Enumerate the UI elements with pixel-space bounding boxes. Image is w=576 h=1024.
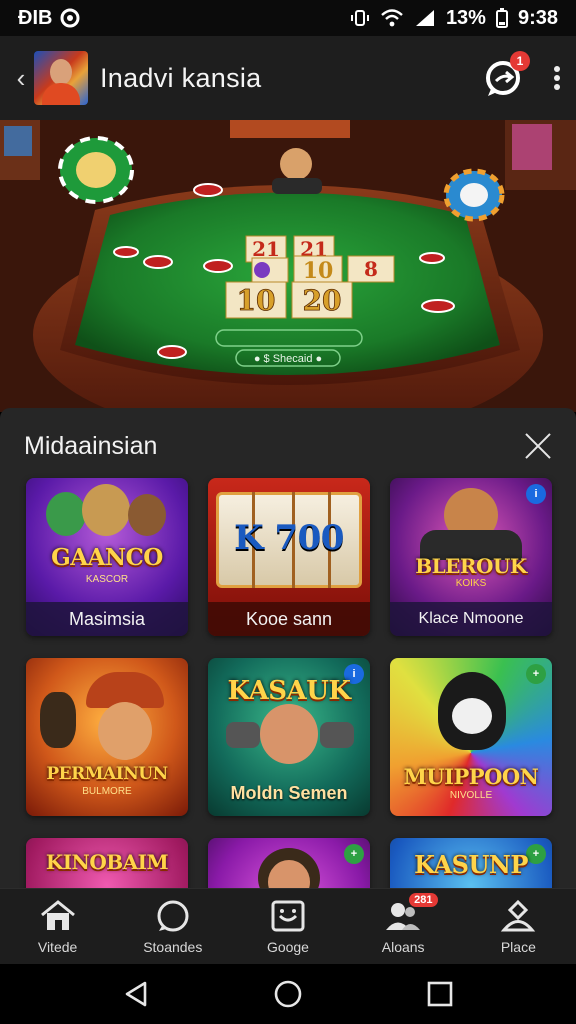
nav-item-home[interactable]: Vitede bbox=[8, 899, 108, 955]
game-caption: Masimsia bbox=[26, 602, 188, 636]
nav-label: Aloans bbox=[381, 938, 425, 955]
battery-percent: 13% bbox=[445, 6, 486, 29]
game-logo-subtext: KOIKS bbox=[455, 578, 487, 589]
nav-label: Place bbox=[500, 938, 536, 955]
chat-button[interactable]: 1 bbox=[482, 51, 530, 99]
back-triangle-icon[interactable] bbox=[121, 979, 151, 1009]
game-tile[interactable]: K 700 Kooe sann bbox=[208, 478, 370, 636]
game-logo-text: KASUNP bbox=[414, 850, 528, 879]
info-badge: i bbox=[526, 484, 546, 504]
game-logo-text: KASAUK bbox=[227, 676, 351, 706]
game-logo-text: KINOBAIM bbox=[45, 850, 169, 874]
app-header: ‹ Inadvi kansia 1 bbox=[0, 36, 576, 120]
nav-item-games[interactable]: Googe bbox=[238, 899, 338, 955]
game-tile[interactable]: PERMAINUN BULMORE bbox=[26, 658, 188, 816]
smile-box-icon bbox=[271, 900, 305, 931]
status-carrier-text: ÐIB bbox=[18, 6, 53, 29]
signal-icon bbox=[414, 8, 436, 28]
game-logo-text: MUIPPOON bbox=[403, 764, 539, 789]
plus-badge: + bbox=[344, 844, 364, 864]
home-circle-icon[interactable] bbox=[273, 979, 303, 1009]
game-caption: Kooe sann bbox=[208, 602, 370, 636]
table-card: 8 bbox=[364, 257, 378, 281]
game-logo-subtext: KASCOR bbox=[85, 574, 129, 585]
game-tile[interactable]: + bbox=[208, 838, 370, 888]
game-logo-subtext: BULMORE bbox=[82, 786, 132, 797]
table-card: 21 bbox=[252, 237, 280, 261]
nav-label: Vitede bbox=[37, 938, 78, 955]
page-title: Inadvi kansia bbox=[100, 62, 262, 93]
sync-icon bbox=[60, 8, 80, 28]
vibrate-icon bbox=[350, 8, 370, 28]
chat-badge: 1 bbox=[510, 51, 530, 71]
nav-item-stories[interactable]: Stoandes bbox=[123, 899, 223, 955]
dot-icon bbox=[554, 65, 560, 72]
panel-title: Midaainsian bbox=[24, 431, 158, 460]
nav-item-friends[interactable]: 281 Aloans bbox=[353, 892, 453, 955]
nav-item-profile[interactable]: Place bbox=[468, 899, 568, 955]
table-card: 20 bbox=[303, 284, 342, 317]
avatar[interactable] bbox=[34, 51, 88, 105]
nav-label: Stoandes bbox=[143, 938, 203, 955]
recents-square-icon[interactable] bbox=[425, 979, 455, 1009]
game-caption: Moldn Semen bbox=[230, 782, 348, 803]
poker-table-illustration: 21 21 10 8 10 20 ● $ Shecaid ● bbox=[0, 120, 576, 412]
battery-icon bbox=[495, 8, 508, 28]
game-logo-text: PERMAINUN bbox=[46, 764, 168, 784]
game-logo-subtext: NIVOLLE bbox=[449, 790, 493, 801]
system-nav-bar bbox=[0, 964, 576, 1024]
dot-icon bbox=[554, 84, 560, 91]
clock: 9:38 bbox=[517, 6, 558, 29]
hero-banner[interactable]: 21 21 10 8 10 20 ● $ Shecaid ● bbox=[0, 120, 576, 412]
bottom-nav: Vitede Stoandes Googe 281 Aloans Place bbox=[0, 888, 576, 964]
table-card: 10 bbox=[303, 258, 334, 284]
person-icon bbox=[501, 899, 536, 931]
game-tile[interactable]: i KASAUK Moldn Semen bbox=[208, 658, 370, 816]
circle-icon bbox=[157, 900, 189, 931]
table-label: ● $ Shecaid ● bbox=[254, 353, 322, 365]
home-icon bbox=[40, 899, 75, 930]
game-tile[interactable]: i BLEROUK KOIKS Klace Nmoone bbox=[390, 478, 552, 636]
game-art bbox=[208, 838, 370, 888]
wifi-icon bbox=[380, 8, 404, 28]
game-logo-text: K 700 bbox=[234, 518, 344, 558]
game-logo-text: BLEROUK bbox=[415, 554, 527, 578]
game-tile[interactable]: KINOBAIM bbox=[26, 838, 188, 888]
status-bar: ÐIB 13% 9:38 bbox=[0, 0, 576, 36]
plus-badge: + bbox=[526, 664, 546, 684]
game-logo-text: GAANCO bbox=[51, 544, 163, 571]
game-panel: Midaainsian GAANCO KASCOR Masimsia K 700 bbox=[0, 408, 576, 888]
game-tile[interactable]: + KASUNP bbox=[390, 838, 552, 888]
game-grid: GAANCO KASCOR Masimsia K 700 Kooe sann i… bbox=[26, 478, 552, 888]
game-tile[interactable]: GAANCO KASCOR Masimsia bbox=[26, 478, 188, 636]
more-options-button[interactable] bbox=[550, 58, 564, 98]
back-arrow-icon[interactable]: ‹ bbox=[12, 63, 30, 93]
nav-label: Googe bbox=[266, 938, 309, 955]
close-icon[interactable] bbox=[524, 432, 552, 460]
game-tile[interactable]: + MUIPPOON NIVOLLE bbox=[390, 658, 552, 816]
table-card: 10 bbox=[237, 284, 276, 317]
notification-badge: 281 bbox=[409, 892, 438, 907]
dot-icon bbox=[554, 74, 560, 81]
game-caption: Klace Nmoone bbox=[390, 602, 552, 636]
